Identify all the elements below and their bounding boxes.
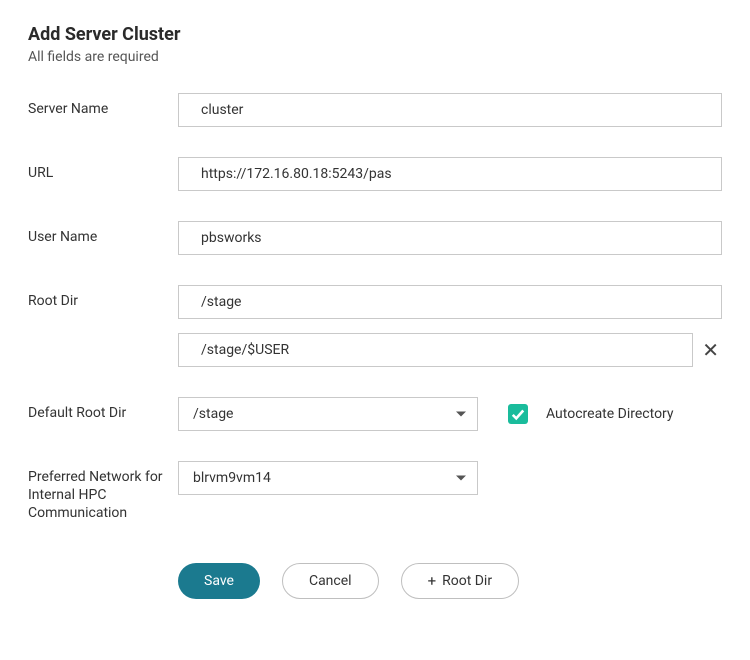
root-dir-input[interactable]	[178, 285, 722, 319]
user-name-input[interactable]	[178, 221, 722, 255]
save-button[interactable]: Save	[178, 563, 260, 599]
check-icon	[511, 407, 525, 421]
user-name-label: User Name	[28, 221, 178, 246]
add-root-dir-button[interactable]: + Root Dir	[401, 563, 520, 599]
root-dir-label: Root Dir	[28, 285, 178, 310]
close-icon[interactable]: ✕	[699, 340, 722, 360]
server-name-input[interactable]	[178, 93, 722, 127]
preferred-network-label: Preferred Network for Internal HPC Commu…	[28, 461, 178, 523]
add-root-dir-button-label: Root Dir	[442, 573, 492, 589]
root-dir-extra-spacer	[28, 333, 178, 340]
default-root-dir-select[interactable]: /stage	[178, 397, 478, 431]
root-dir-extra-input[interactable]	[178, 333, 693, 367]
server-name-label: Server Name	[28, 93, 178, 118]
preferred-network-select[interactable]: blrvm9vm14	[178, 461, 478, 495]
autocreate-directory-label: Autocreate Directory	[546, 406, 674, 422]
url-input[interactable]	[178, 157, 722, 191]
url-label: URL	[28, 157, 178, 182]
page-subtitle: All fields are required	[28, 49, 722, 65]
page-title: Add Server Cluster	[28, 24, 722, 45]
default-root-dir-label: Default Root Dir	[28, 397, 178, 422]
autocreate-directory-checkbox[interactable]	[508, 404, 528, 424]
cancel-button[interactable]: Cancel	[282, 563, 379, 599]
plus-icon: +	[428, 572, 437, 590]
